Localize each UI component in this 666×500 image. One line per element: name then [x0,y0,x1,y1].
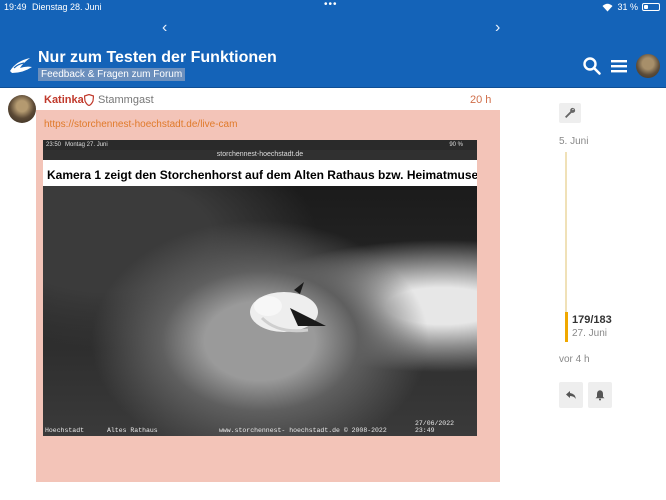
status-right: 31 % [602,2,660,12]
site-logo-icon[interactable] [8,52,34,78]
search-icon[interactable] [582,56,602,76]
page-title[interactable]: Nur zum Testen der Funktionen [38,49,277,67]
post-link[interactable]: https://storchennest-hoechstadt.de/live-… [44,119,237,130]
stork-picture [250,282,326,333]
caption-timestamp: 27/06/2022 23:49 [415,420,455,434]
embedded-screenshot-image[interactable]: 23:50 Montag 27. Juni 90 % storchennest-… [43,140,477,436]
shield-icon [84,94,94,106]
wrench-icon [565,107,576,118]
shot-date: Montag 27. Juni [65,142,108,148]
timeline-post-count: 179/183 [572,314,612,326]
battery-icon [642,3,660,11]
back-chevron-icon[interactable]: ‹ [162,19,167,37]
caption-url: www.storchennest- hoechstadt.de © 2008-2… [219,427,387,434]
shot-status-bar: 23:50 Montag 27. Juni 90 % [43,140,477,150]
browser-nav: ‹ › [0,14,666,44]
notification-bell-button[interactable] [588,382,612,408]
forum-header: Nur zum Testen der Funktionen Feedback &… [0,44,666,88]
multitask-dots-icon[interactable]: ••• [324,0,338,10]
timeline-handle[interactable] [565,312,568,342]
bell-icon [595,390,605,401]
author-avatar[interactable] [8,95,36,123]
battery-percent: 31 % [617,2,638,12]
shot-url-bar: storchennest-hoechstadt.de [43,150,477,160]
user-avatar[interactable] [636,54,660,78]
shot-battery: 90 % [449,142,463,148]
wifi-icon [602,3,613,11]
timeline-start-date[interactable]: 5. Juni [559,136,588,147]
system-status-bar: 19:49 Dienstag 28. Juni ••• 31 % [0,0,666,14]
post-author[interactable]: Katinka [44,94,84,106]
forward-chevron-icon[interactable]: › [495,19,500,37]
user-title: Stammgast [98,94,154,106]
caption-place: Hoechstadt [45,427,85,434]
status-date: Dienstag 28. Juni [32,2,102,12]
hamburger-menu-icon[interactable] [609,56,629,76]
shot-time: 23:50 [46,142,62,148]
category-badge[interactable]: Feedback & Fragen zum Forum [38,68,186,81]
admin-wrench-button[interactable] [559,103,581,123]
status-time: 19:49 [4,2,27,12]
reply-icon [566,391,576,399]
timeline-current-date: 27. Juni [572,328,608,339]
reply-button[interactable] [559,382,583,408]
nest-camera-photo: Hoechstadt Altes Rathaus www.storchennes… [43,186,477,436]
timeline-last-activity[interactable]: vor 4 h [559,354,590,365]
post-date[interactable]: 20 h [470,94,491,106]
caption-location: Altes Rathaus [107,427,158,434]
